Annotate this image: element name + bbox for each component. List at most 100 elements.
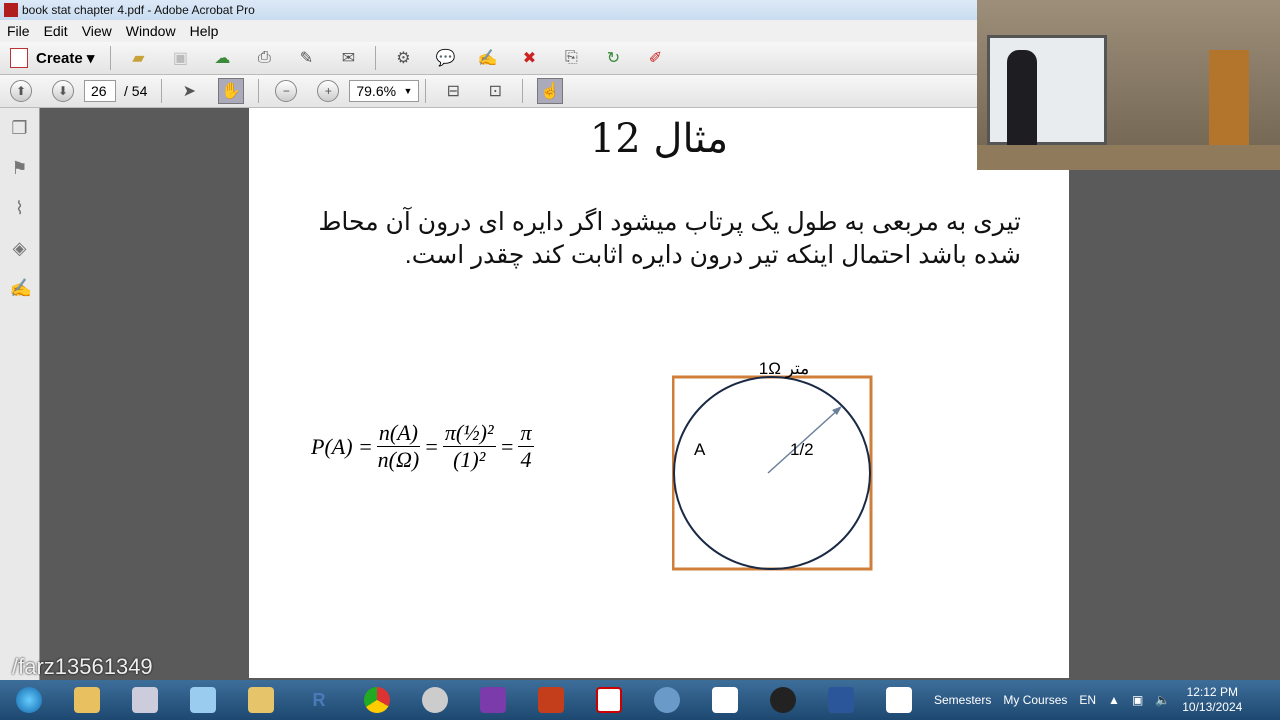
zoom-out-button[interactable]: − xyxy=(273,78,299,104)
webcam-overlay xyxy=(977,0,1280,170)
divider xyxy=(161,79,163,103)
main-toolbar: Create ▾ ▰ ▣ ☁ ⎙ ✎ ✉ ⚙ 💬 ✍ ✖ ⎘ ↻ ✐ xyxy=(0,42,977,75)
print-icon[interactable]: ⎙ xyxy=(251,45,277,71)
fraction-numerator: n(A) xyxy=(376,420,420,447)
attach-icon[interactable]: ⎘ xyxy=(558,45,584,71)
menu-window[interactable]: Window xyxy=(119,23,183,39)
notepad-icon[interactable] xyxy=(178,682,228,718)
title-bar: book stat chapter 4.pdf - Adobe Acrobat … xyxy=(0,0,977,20)
calculator-icon[interactable] xyxy=(120,682,170,718)
menu-view[interactable]: View xyxy=(75,23,119,39)
show-hidden-icons[interactable]: ▲ xyxy=(1108,693,1120,707)
circle xyxy=(673,376,871,570)
circle-in-square-diagram: 1Ω متر A 1/2 xyxy=(672,359,873,571)
probability-formula: P(A) = n(A) n(Ω) = π(½)² (1)² = π4 xyxy=(311,420,538,473)
divider xyxy=(258,79,260,103)
open-icon[interactable]: ▰ xyxy=(125,45,151,71)
watermark: /farz13561349 xyxy=(12,654,153,679)
navigation-toolbar: ⬆ ⬇ 26 / 54 ➤ ✋ − + 79.6% ▼ ⊟ ⊡ ☝ xyxy=(0,75,977,108)
clock-date: 10/13/2024 xyxy=(1182,700,1243,714)
semesters-toolbar[interactable]: Semesters xyxy=(934,693,991,707)
upload-cloud-icon[interactable]: ☁ xyxy=(209,45,235,71)
word-icon[interactable] xyxy=(816,682,866,718)
geogebra-icon[interactable] xyxy=(700,682,750,718)
whiteboard xyxy=(987,35,1107,145)
equals-sign: = xyxy=(423,433,439,459)
problem-text: تیری به مربعی به طول یک پرتاب میشود اگر … xyxy=(318,208,1021,269)
r-icon[interactable]: R xyxy=(294,682,344,718)
file-explorer-icon[interactable] xyxy=(236,682,286,718)
radius-label: 1/2 xyxy=(790,440,814,459)
my-courses-toolbar[interactable]: My Courses xyxy=(1003,693,1067,707)
equals-sign: = xyxy=(499,433,515,459)
acrobat-icon xyxy=(4,3,18,17)
divider xyxy=(425,79,427,103)
acrobat-taskbar-icon[interactable] xyxy=(584,682,634,718)
powerpoint-icon[interactable] xyxy=(526,682,576,718)
delete-page-icon[interactable]: ✖ xyxy=(516,45,542,71)
pdf-page: مثال 12 تیری به مربعی به طول یک پرتاب می… xyxy=(249,108,1069,678)
next-page-button[interactable]: ⬇ xyxy=(50,78,76,104)
page-title: مثال 12 xyxy=(589,116,729,162)
fit-width-icon[interactable]: ⊟ xyxy=(440,78,466,104)
fraction-denominator: 4 xyxy=(520,447,532,472)
floor xyxy=(977,145,1280,170)
snipping-tool-icon[interactable] xyxy=(410,682,460,718)
volume-icon[interactable]: 🔈 xyxy=(1155,693,1170,707)
fraction-denominator: (1)² xyxy=(453,447,486,472)
network-icon[interactable]: ▣ xyxy=(1132,693,1143,707)
gear-icon[interactable]: ⚙ xyxy=(390,45,416,71)
paint-icon[interactable] xyxy=(62,682,112,718)
region-label: A xyxy=(694,440,706,459)
formula-lhs: P(A) = xyxy=(311,433,373,459)
zoom-value: 79.6% xyxy=(356,83,397,99)
taskbar: R Semesters My Courses EN ▲ ▣ 🔈 12:12 PM… xyxy=(0,680,1280,720)
pages-icon[interactable]: ❐ xyxy=(10,118,30,138)
language-indicator[interactable]: EN xyxy=(1079,693,1096,707)
read-mode-icon[interactable]: ☝ xyxy=(537,78,564,104)
menu-help[interactable]: Help xyxy=(183,23,226,39)
fraction-numerator: π(½)² xyxy=(442,420,496,447)
fraction-denominator: n(Ω) xyxy=(377,447,420,472)
obs-icon[interactable] xyxy=(758,682,808,718)
chevron-down-icon: ▼ xyxy=(403,86,413,96)
layers-icon[interactable]: ◈ xyxy=(10,238,30,258)
divider xyxy=(375,46,377,70)
zoom-select[interactable]: 79.6% ▼ xyxy=(349,80,420,102)
export-icon[interactable]: ↻ xyxy=(600,45,626,71)
square-side-label: 1Ω متر xyxy=(759,359,810,379)
chrome-icon[interactable] xyxy=(352,682,402,718)
attachment-icon[interactable]: ⌇ xyxy=(10,198,30,218)
divider xyxy=(110,46,112,70)
create-doc-icon xyxy=(10,48,28,68)
email-icon[interactable]: ✉ xyxy=(335,45,361,71)
menu-edit[interactable]: Edit xyxy=(37,23,75,39)
sticky-note-icon[interactable]: ✍ xyxy=(474,45,500,71)
divider xyxy=(522,79,524,103)
page-total: / 54 xyxy=(124,83,148,99)
clock-time: 12:12 PM xyxy=(1186,685,1238,699)
menu-file[interactable]: File xyxy=(0,23,37,39)
math-input-icon[interactable] xyxy=(642,682,692,718)
onenote-icon[interactable] xyxy=(468,682,518,718)
bookmark-icon[interactable]: ⚑ xyxy=(10,158,30,178)
create-button[interactable]: Create ▾ xyxy=(10,48,94,68)
comment-icon[interactable]: 💬 xyxy=(432,45,458,71)
previous-page-button[interactable]: ⬆ xyxy=(8,78,34,104)
clock[interactable]: 12:12 PM 10/13/2024 xyxy=(1182,685,1242,715)
signatures-icon[interactable]: ✍ xyxy=(10,278,32,298)
save-icon[interactable]: ▣ xyxy=(167,45,193,71)
zoom-in-button[interactable]: + xyxy=(315,78,341,104)
navigation-pane: ❐ ⚑ ⌇ ◈ ✍ xyxy=(0,108,40,680)
menu-bar: File Edit View Window Help xyxy=(0,20,977,42)
hand-tool-icon[interactable]: ✋ xyxy=(218,78,245,104)
select-tool-icon[interactable]: ➤ xyxy=(176,78,202,104)
door xyxy=(1209,50,1249,145)
window-title: book stat chapter 4.pdf - Adobe Acrobat … xyxy=(22,3,255,17)
sign-icon[interactable]: ✐ xyxy=(642,45,668,71)
edit-document-icon[interactable]: ✎ xyxy=(293,45,319,71)
start-button[interactable] xyxy=(4,682,54,718)
fit-page-icon[interactable]: ⊡ xyxy=(482,78,508,104)
page-number-input[interactable]: 26 xyxy=(84,80,116,102)
blank-file-icon[interactable] xyxy=(874,682,924,718)
